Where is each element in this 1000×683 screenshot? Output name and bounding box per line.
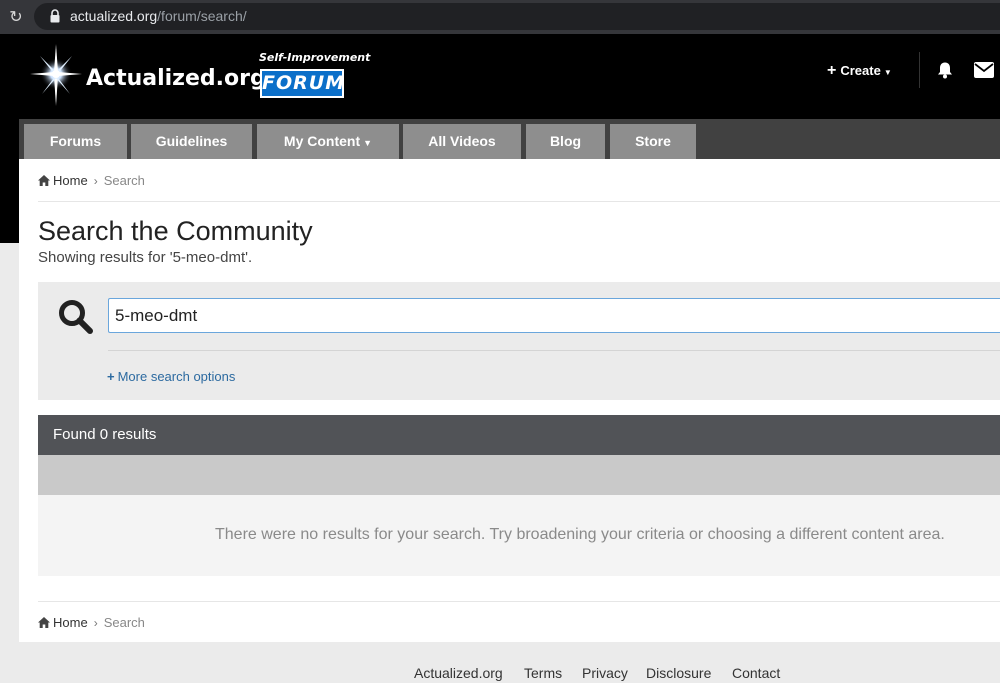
breadcrumb-current[interactable]: Search [104, 615, 145, 630]
tab-store[interactable]: Store [610, 124, 696, 159]
results-filter-bar [38, 455, 1000, 495]
no-results-message: There were no results for your search. T… [215, 526, 945, 543]
more-search-options-label: More search options [117, 369, 236, 384]
page-title: Search the Community [38, 216, 313, 246]
breadcrumb-home[interactable]: Home [53, 173, 88, 188]
home-icon [38, 617, 50, 628]
create-button[interactable]: + Create ▼ [827, 62, 892, 80]
plus-icon: + [107, 369, 115, 384]
url-host: actualized.org [70, 8, 158, 24]
breadcrumb-bottom: Home › Search [38, 615, 145, 630]
tab-forums[interactable]: Forums [24, 124, 127, 159]
footer-link-privacy[interactable]: Privacy [582, 665, 628, 681]
caret-down-icon: ▼ [883, 68, 892, 77]
tab-label: My Content [283, 133, 361, 149]
chevron-right-icon: › [93, 174, 98, 188]
results-header: Found 0 results [38, 415, 1000, 455]
tab-blog[interactable]: Blog [526, 124, 605, 159]
footer-link-actualized[interactable]: Actualized.org [414, 665, 503, 681]
reload-icon[interactable]: ↻ [6, 7, 26, 27]
tab-label: Blog [549, 133, 582, 149]
more-search-options-link[interactable]: + More search options [107, 369, 235, 384]
breadcrumb-current[interactable]: Search [104, 173, 145, 188]
chevron-right-icon: › [93, 616, 98, 630]
tab-guidelines[interactable]: Guidelines [131, 124, 252, 159]
site-name[interactable]: Actualized.org [86, 66, 266, 91]
tab-label: Forums [49, 133, 102, 149]
browser-toolbar: ↻ actualized.org/forum/search/ [0, 0, 1000, 34]
breadcrumb-home[interactable]: Home [53, 615, 88, 630]
header-bg-extension [0, 119, 19, 243]
footer-link-disclosure[interactable]: Disclosure [646, 665, 711, 681]
search-input[interactable]: 5-meo-dmt [108, 298, 1000, 333]
create-label: Create [840, 63, 881, 78]
divider [108, 350, 1000, 351]
tab-label: All Videos [428, 133, 496, 149]
bell-icon[interactable] [936, 61, 954, 79]
footer-link-contact[interactable]: Contact [732, 665, 780, 681]
footer-link-terms[interactable]: Terms [524, 665, 562, 681]
tab-all-videos[interactable]: All Videos [403, 124, 521, 159]
mail-icon[interactable] [974, 62, 994, 78]
tab-label: Guidelines [155, 133, 228, 149]
url-path: /forum/search/ [157, 8, 247, 24]
header-divider [919, 52, 920, 88]
divider [38, 201, 1000, 202]
search-icon [59, 300, 93, 334]
breadcrumb: Home › Search [38, 173, 145, 188]
plus-icon: + [827, 62, 837, 79]
lock-icon[interactable] [50, 9, 60, 23]
tab-my-content[interactable]: My Content ▼ [257, 124, 399, 159]
page-subtitle: Showing results for '5-meo-dmt'. [38, 249, 253, 266]
star-logo-icon[interactable] [28, 42, 84, 108]
forum-badge[interactable]: FORUM [260, 69, 344, 98]
tab-label: Store [635, 133, 671, 149]
caret-down-icon: ▼ [363, 138, 373, 148]
forum-tagline: Self-Improvement [259, 51, 371, 64]
home-icon [38, 175, 50, 186]
url-text[interactable]: actualized.org/forum/search/ [70, 8, 247, 24]
divider [38, 601, 1000, 602]
